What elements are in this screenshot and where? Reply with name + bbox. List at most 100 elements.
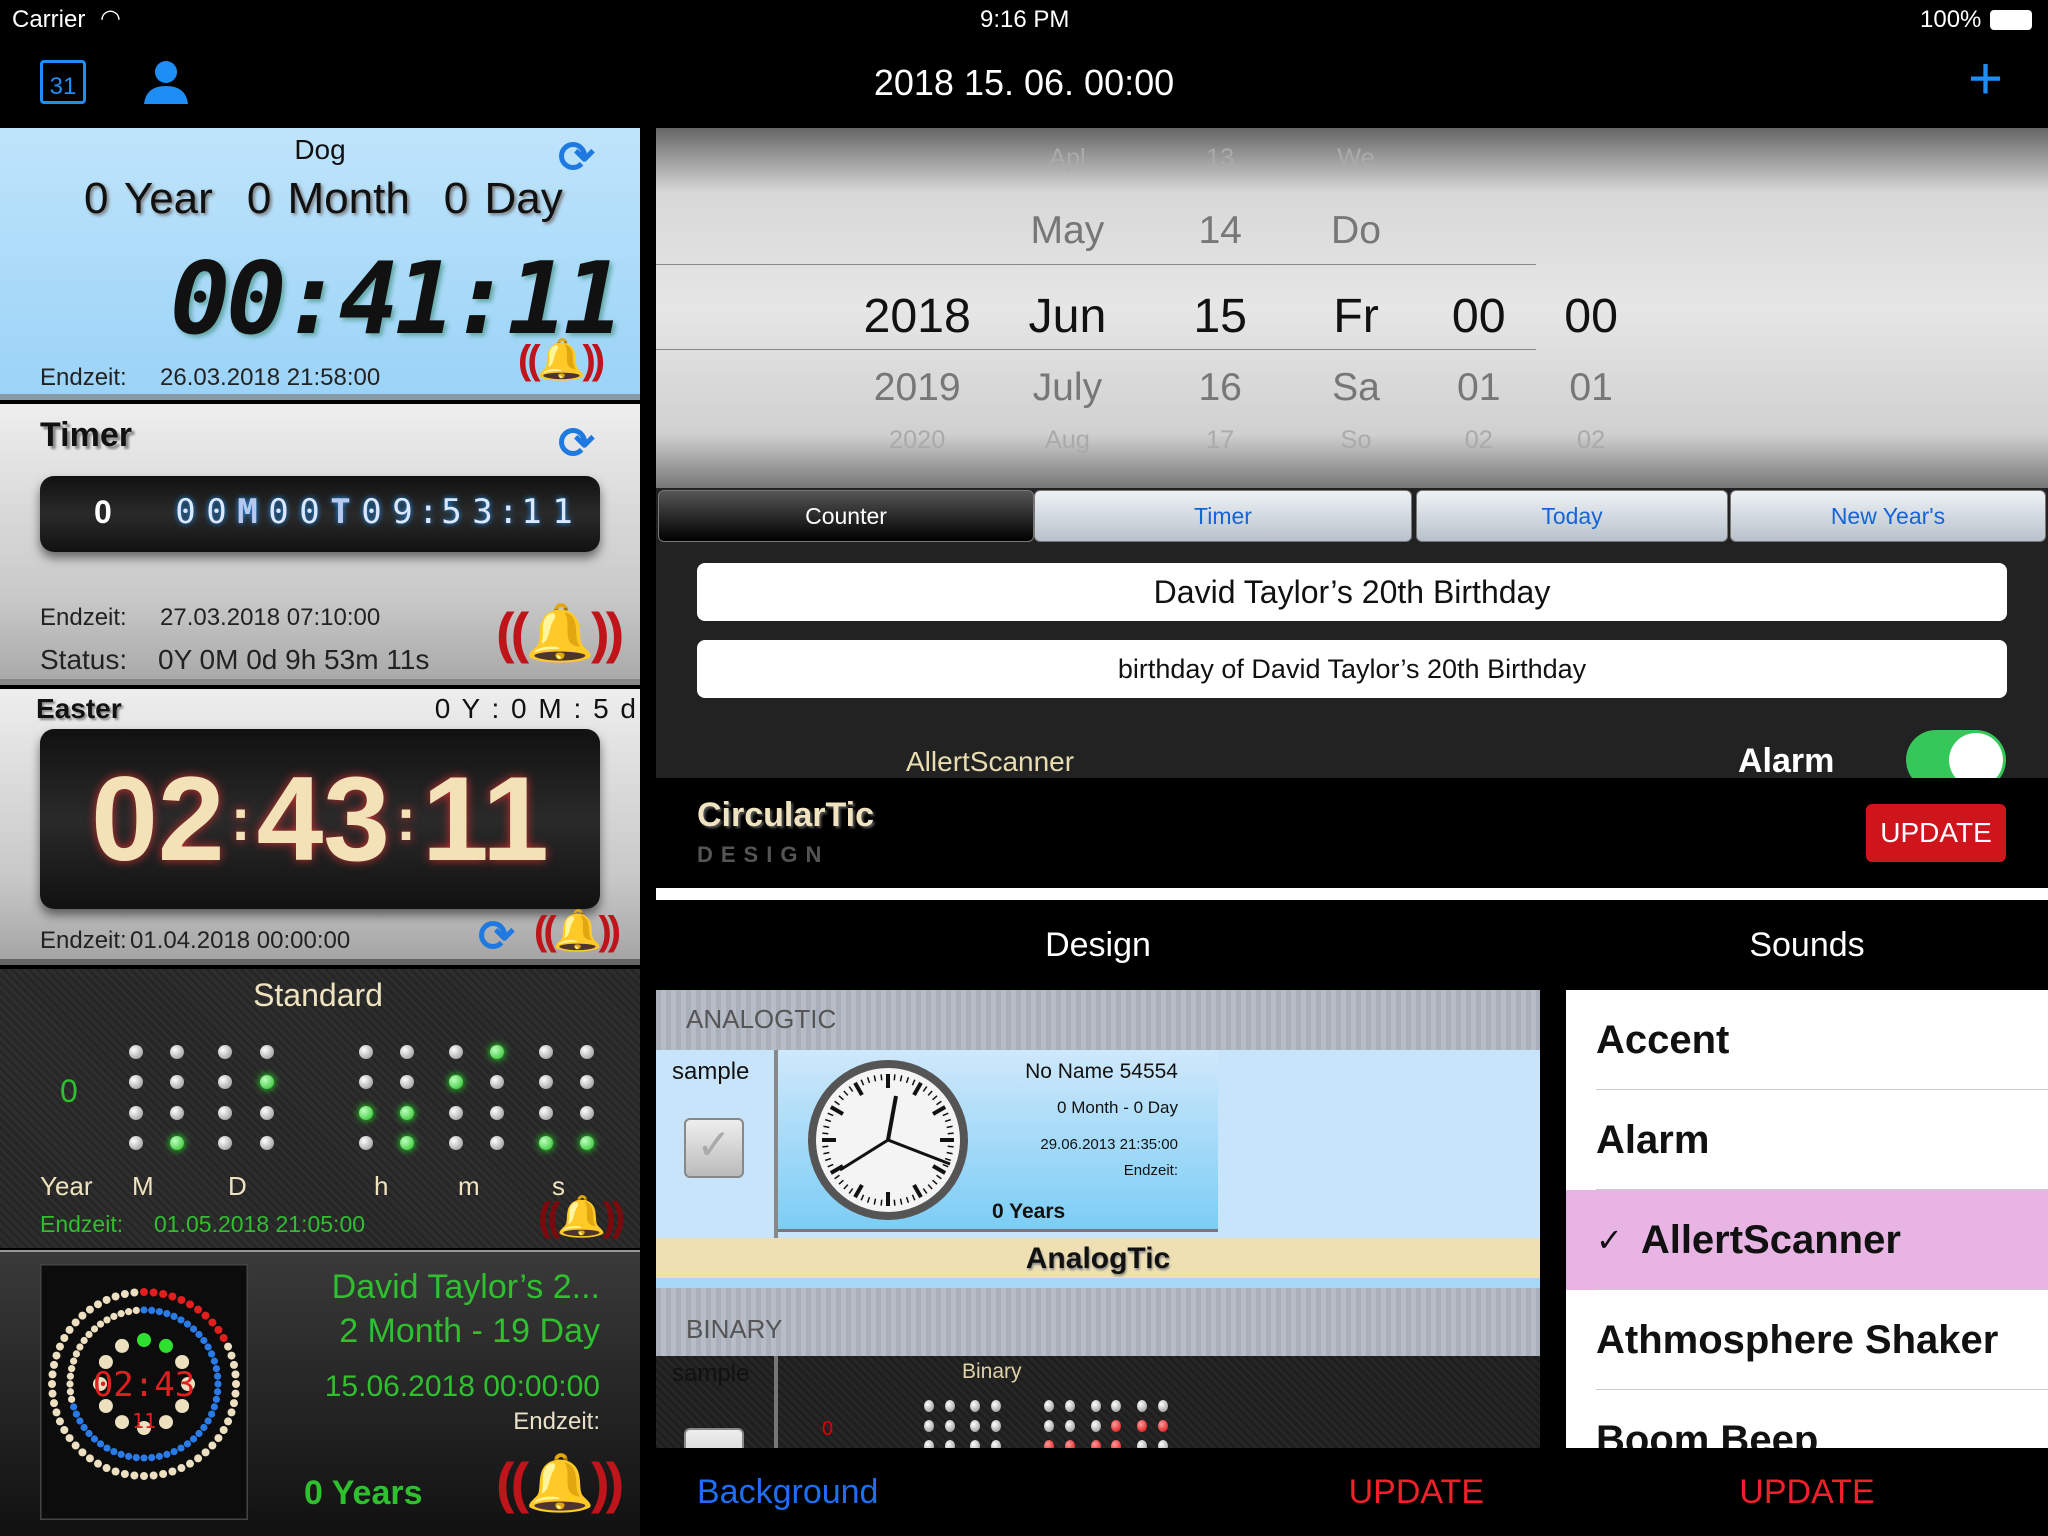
- sound-item-label: AllertScanner: [1640, 1217, 1901, 1262]
- counter-card-easter[interactable]: Easter 0 Y : 0 M : 5 d 02:43:11 Endzeit:…: [0, 689, 640, 965]
- clock-dot: [177, 1464, 186, 1473]
- picker-cell[interactable]: 16: [1160, 366, 1280, 410]
- status-bar: Carrier ◠ 9:16 PM 100%: [0, 0, 2048, 40]
- clock-dot: [149, 1288, 158, 1297]
- alarm-bell-icon[interactable]: ((🔔)): [518, 336, 605, 383]
- clock-dot: [155, 1452, 163, 1460]
- clock-dot: [201, 1311, 210, 1320]
- sound-item[interactable]: Accent: [1566, 990, 2048, 1090]
- alarm-bell-icon[interactable]: ((🔔)): [534, 907, 621, 954]
- picker-cell[interactable]: May: [1007, 209, 1127, 253]
- led: [170, 1106, 184, 1120]
- clock-dot: [117, 1450, 125, 1458]
- led: [129, 1045, 143, 1059]
- update-button[interactable]: UPDATE: [1866, 804, 2006, 862]
- picker-cell[interactable]: 14: [1160, 209, 1280, 253]
- update-button[interactable]: UPDATE: [1739, 1473, 1874, 1512]
- alarm-bell-icon[interactable]: ((🔔)): [538, 1193, 625, 1240]
- sound-item[interactable]: Alarm: [1566, 1090, 2048, 1190]
- led: [260, 1106, 274, 1120]
- clock-dot: [148, 1306, 156, 1315]
- segment-counter[interactable]: Counter: [658, 490, 1034, 542]
- clock-dot: [55, 1417, 64, 1426]
- background-button[interactable]: Background: [697, 1473, 878, 1512]
- endzeit-value: 27.03.2018 07:10:00: [160, 604, 381, 631]
- picker-cell[interactable]: 13: [1160, 144, 1280, 173]
- flip-digit: 9: [392, 492, 413, 532]
- led: [218, 1045, 232, 1059]
- picker-cell[interactable]: Jun: [1007, 288, 1127, 344]
- sound-item[interactable]: Athmosphere Shaker: [1566, 1290, 2048, 1390]
- picker-cell[interactable]: 01: [1419, 366, 1539, 410]
- picker-cell[interactable]: We: [1296, 144, 1416, 173]
- picker-cell[interactable]: July: [1007, 366, 1127, 410]
- clock-dot: [78, 1311, 87, 1320]
- sound-name[interactable]: AllertScanner: [906, 746, 1074, 778]
- preview-years: 0 Years: [992, 1200, 1066, 1223]
- picker-cell[interactable]: 00: [1419, 288, 1539, 344]
- design-caption: AnalogTic: [656, 1238, 1540, 1278]
- flip-digit: 0: [299, 492, 320, 532]
- picker-cell[interactable]: 00: [1531, 288, 1651, 344]
- clock-dot: [189, 1325, 198, 1333]
- led: [400, 1136, 414, 1150]
- picker-cell[interactable]: Apl: [1007, 144, 1127, 173]
- segment-new-years[interactable]: New Year's: [1730, 490, 2046, 542]
- clock-dot: [52, 1351, 61, 1360]
- picker-cell[interactable]: Sa: [1296, 366, 1416, 410]
- picker-cell[interactable]: 15: [1160, 288, 1280, 344]
- label-day: D: [228, 1171, 247, 1201]
- sound-item-selected[interactable]: ✓ AllertScanner: [1566, 1190, 2048, 1290]
- led: [1091, 1420, 1102, 1432]
- led: [924, 1420, 935, 1432]
- refresh-icon[interactable]: ⟳: [478, 911, 515, 959]
- picker-cell[interactable]: Aug: [1007, 426, 1127, 455]
- clock-dot: [125, 1452, 133, 1460]
- alarm-bell-icon[interactable]: ((🔔)): [496, 1450, 624, 1516]
- picker-cell[interactable]: 01: [1531, 366, 1651, 410]
- refresh-icon[interactable]: ⟳: [558, 418, 595, 469]
- picker-cell[interactable]: So: [1296, 426, 1416, 455]
- picker-cell[interactable]: 02: [1531, 426, 1651, 455]
- clock-dot: [90, 1325, 99, 1333]
- add-button[interactable]: +: [1968, 44, 2003, 113]
- clock-dot: [48, 1389, 57, 1398]
- picker-cell[interactable]: 17: [1160, 426, 1280, 455]
- clock-dot: [110, 1312, 118, 1320]
- update-button[interactable]: UPDATE: [1349, 1473, 1484, 1512]
- status-label: Status:: [40, 644, 128, 675]
- picker-cell[interactable]: 2018: [857, 288, 977, 344]
- led: [359, 1075, 373, 1089]
- clock-dot: [68, 1395, 76, 1403]
- segment-today[interactable]: Today: [1416, 490, 1728, 542]
- picker-cell[interactable]: 2019: [857, 366, 977, 410]
- sample-checkbox[interactable]: ✓: [684, 1118, 744, 1178]
- clock-dot: [213, 1372, 222, 1380]
- picker-cell[interactable]: Fr: [1296, 288, 1416, 344]
- subtitle-input[interactable]: birthday of David Taylor’s 20th Birthday: [697, 640, 2007, 698]
- design-row-analogtic[interactable]: sample ✓ No Name 54554 0 Month - 0 Day 2…: [656, 1050, 1540, 1288]
- led: [1091, 1400, 1102, 1412]
- segment-timer[interactable]: Timer: [1034, 490, 1412, 542]
- clock-dot: [213, 1388, 222, 1396]
- counter-card-standard[interactable]: Standard 0 Year M D h m s Endzeit: 01.05…: [0, 969, 640, 1248]
- counter-card-timer[interactable]: Timer ⟳ 0 00M00T09:53:11 Endzeit: 27.03.…: [0, 404, 640, 685]
- picker-cell[interactable]: 2020: [857, 426, 977, 455]
- analog-clock-icon: [808, 1060, 968, 1220]
- clock-dot: [76, 1343, 84, 1351]
- event-form: David Taylor’s 20th Birthday birthday of…: [656, 544, 2048, 790]
- clock-dot: [195, 1429, 203, 1438]
- title-input[interactable]: David Taylor’s 20th Birthday: [697, 563, 2007, 621]
- picker-cell[interactable]: Do: [1296, 209, 1416, 253]
- clock-dot: [85, 1454, 94, 1463]
- led: [359, 1106, 373, 1120]
- design-row-binary[interactable]: sample Binary 0: [656, 1356, 1540, 1448]
- refresh-icon[interactable]: ⟳: [558, 132, 595, 183]
- section-header-analogtic: ANALOGTIC: [656, 990, 1540, 1050]
- picker-cell[interactable]: 02: [1419, 426, 1539, 455]
- date-picker[interactable]: Apl 13 We May 14 Do 2018 Jun 15 Fr 00 00 2019 July 16 S…: [656, 128, 2048, 488]
- counter-card-dog[interactable]: Dog ⟳ 0 Year 0 Month 0 Day 00:41:11 Endzei…: [0, 128, 640, 400]
- alarm-bell-icon[interactable]: ((🔔)): [496, 600, 624, 666]
- clock-dot: [177, 1295, 186, 1304]
- counter-card-david[interactable]: 02:43 11 David Taylor’s 2... 2 Month - 1…: [0, 1250, 640, 1536]
